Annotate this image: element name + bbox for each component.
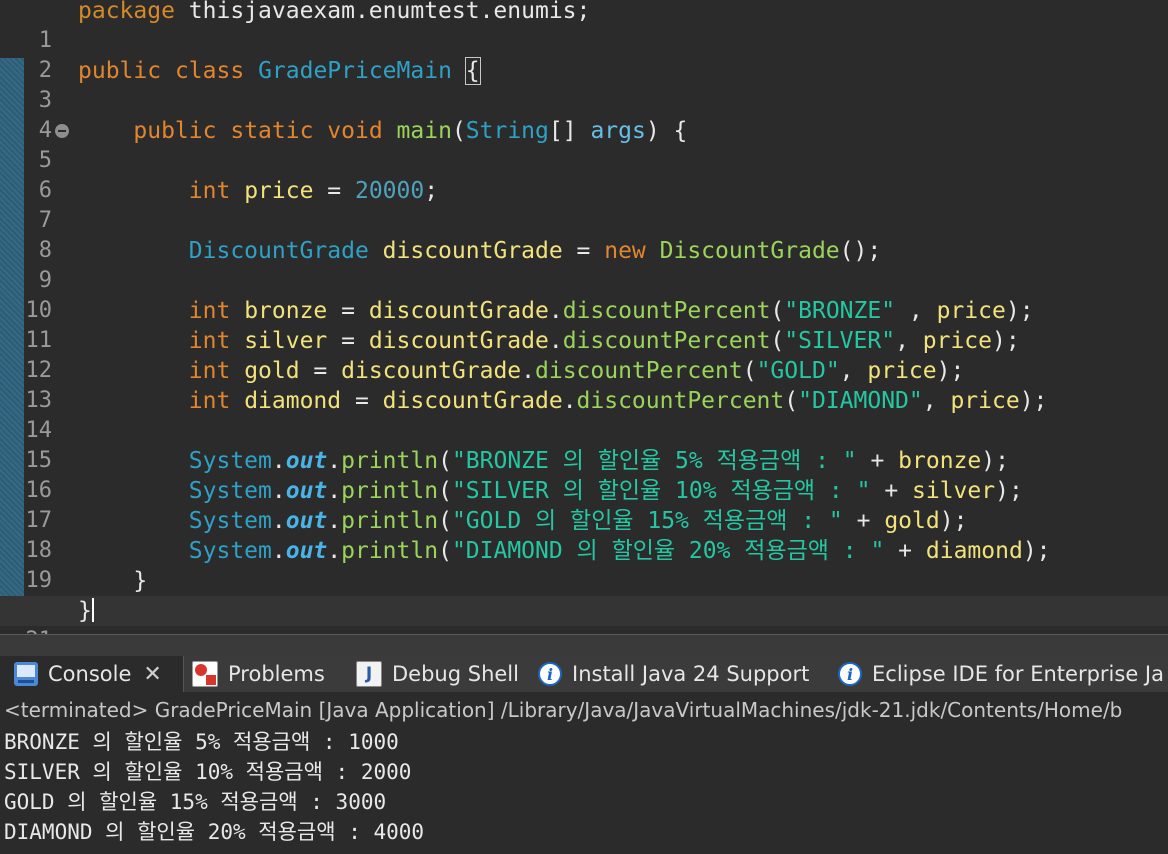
console-output-line: DIAMOND 의 할인율 20% 적용금액 : 4000 — [4, 820, 425, 844]
code-line-14[interactable]: 14 int diamond = discountGrade.discountP… — [0, 386, 1168, 443]
collapse-fold-icon[interactable] — [55, 124, 69, 138]
code-line-22[interactable]: 22 — [0, 626, 1168, 634]
text-cursor — [91, 598, 94, 622]
tab-label: Debug Shell — [392, 662, 519, 686]
console-status-line: <terminated> GradePriceMain [Java Applic… — [4, 698, 1123, 722]
info-icon: i — [838, 662, 862, 686]
tab-eclipse-ide-enterprise[interactable]: i Eclipse IDE for Enterprise Ja — [838, 656, 1164, 692]
code-line-8[interactable]: 8 — [0, 206, 1168, 263]
code-line-9[interactable]: 9 DiscountGrade discountGrade = new Disc… — [0, 236, 1168, 293]
code-line-1[interactable]: 1 package thisjavaexam.enumtest.enumis; — [0, 0, 1168, 53]
code-line-17[interactable]: 17 System.out.println("SILVER 의 할인율 10% … — [0, 476, 1168, 533]
code-line-15[interactable]: 15 — [0, 416, 1168, 473]
code-line-21[interactable]: 21 } — [0, 596, 1168, 634]
tab-label: Problems — [228, 662, 325, 686]
console-output-line: GOLD 의 할인율 15% 적용금액 : 3000 — [4, 790, 387, 814]
code-line-19[interactable]: 19 System.out.println("DIAMOND 의 할인율 20%… — [0, 536, 1168, 593]
tab-label: Install Java 24 Support — [572, 662, 810, 686]
code-line-18[interactable]: 18 System.out.println("GOLD 의 할인율 15% 적용… — [0, 506, 1168, 563]
code-editor[interactable]: 1 package thisjavaexam.enumtest.enumis; … — [0, 0, 1168, 634]
problems-icon — [192, 661, 218, 687]
tab-label: Console — [48, 662, 132, 686]
matching-brace: { — [464, 57, 481, 85]
code-line-6[interactable]: 6 — [0, 146, 1168, 203]
tab-problems[interactable]: Problems — [192, 656, 325, 692]
code-line-5[interactable]: 5 public static void main(String[] args)… — [0, 116, 1168, 173]
code-line-13[interactable]: 13 int gold = discountGrade.discountPerc… — [0, 356, 1168, 413]
debug-shell-icon: J — [356, 661, 382, 687]
code-line-7[interactable]: 7 int price = 20000; — [0, 176, 1168, 233]
tab-debug-shell[interactable]: J Debug Shell — [356, 656, 519, 692]
tab-console[interactable]: Console ✕ — [0, 656, 184, 692]
code-line-3[interactable]: 3 public class GradePriceMain { — [0, 56, 1168, 113]
console-view[interactable]: <terminated> GradePriceMain [Java Applic… — [0, 692, 1168, 854]
tab-install-java-24-support[interactable]: i Install Java 24 Support — [538, 656, 809, 692]
code-line-20[interactable]: 20 } — [0, 566, 1168, 623]
code-line-10[interactable]: 10 — [0, 266, 1168, 323]
close-icon[interactable]: ✕ — [143, 662, 161, 687]
code-line-2[interactable]: 2 — [0, 26, 1168, 83]
console-output-line: SILVER 의 할인율 10% 적용금액 : 2000 — [4, 760, 412, 784]
console-output-line: BRONZE 의 할인율 5% 적용금액 : 1000 — [4, 730, 399, 754]
console-icon — [14, 662, 38, 686]
info-icon: i — [538, 662, 562, 686]
panel-divider[interactable] — [0, 634, 1168, 658]
tab-label: Eclipse IDE for Enterprise Ja — [872, 662, 1164, 686]
view-tab-bar: Console ✕ Problems J Debug Shell i Insta… — [0, 656, 1168, 692]
code-line-12[interactable]: 12 int silver = discountGrade.discountPe… — [0, 326, 1168, 383]
code-line-16[interactable]: 16 System.out.println("BRONZE 의 할인율 5% 적… — [0, 446, 1168, 503]
code-line-11[interactable]: 11 int bronze = discountGrade.discountPe… — [0, 296, 1168, 353]
code-line-4[interactable]: 4 — [0, 86, 1168, 143]
